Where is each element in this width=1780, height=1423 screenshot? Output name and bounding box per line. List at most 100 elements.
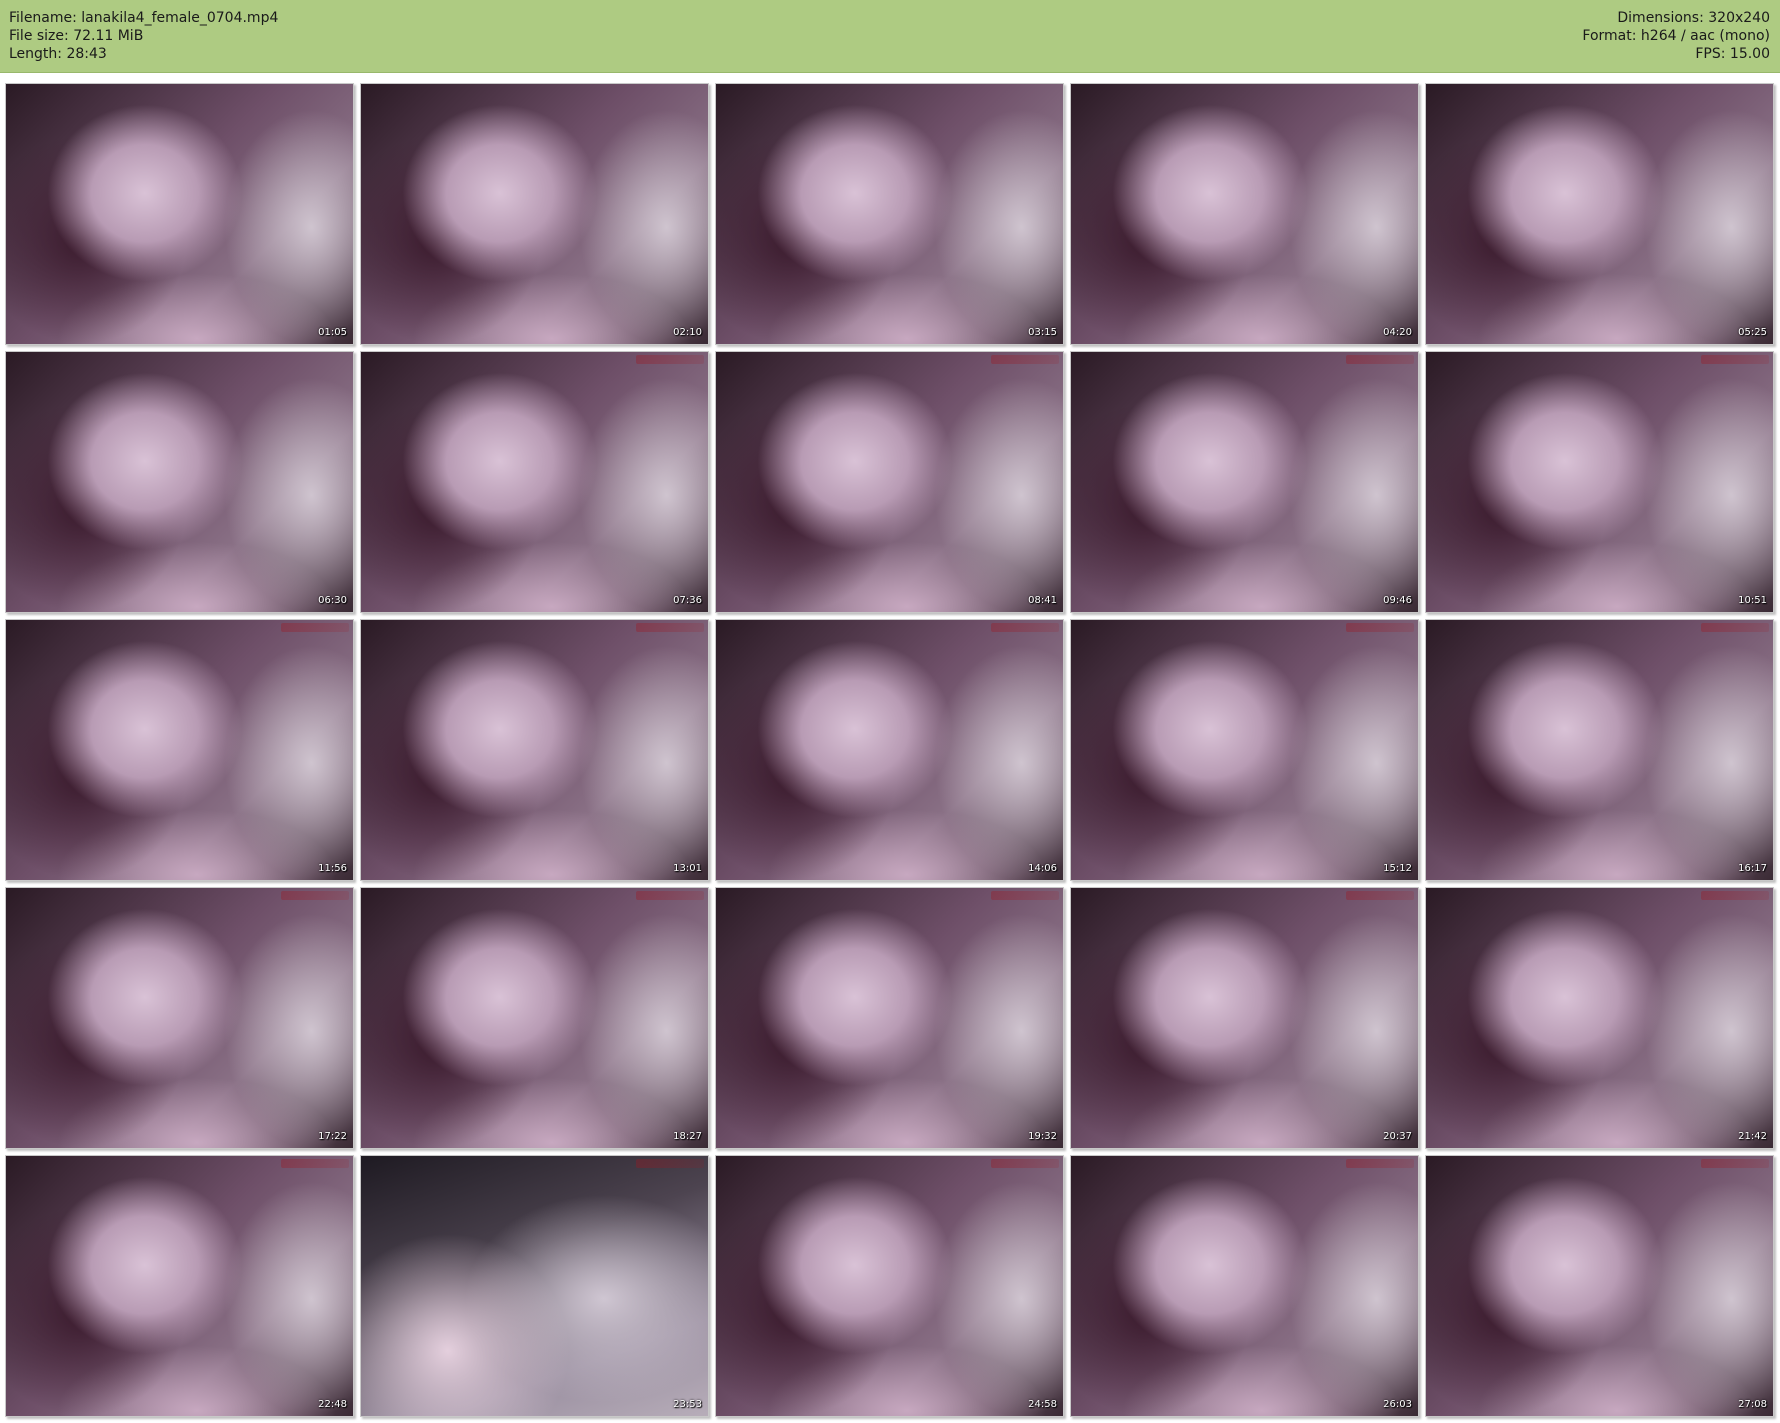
video-frame (716, 888, 1063, 1148)
timestamp: 17:22 (318, 1131, 347, 1142)
timestamp: 07:36 (673, 595, 702, 606)
timestamp: 27:08 (1738, 1399, 1767, 1410)
timestamp: 18:27 (673, 1131, 702, 1142)
thumbnail[interactable]: 21:42 (1425, 887, 1774, 1149)
video-frame (1071, 620, 1418, 880)
timestamp: 11:56 (318, 863, 347, 874)
timestamp: 26:03 (1383, 1399, 1412, 1410)
timestamp: 05:25 (1738, 327, 1767, 338)
watermark-mark (281, 891, 349, 900)
watermark-mark (1701, 355, 1769, 364)
thumbnail[interactable]: 02:10 (360, 83, 709, 345)
watermark-mark (991, 623, 1059, 632)
timestamp: 19:32 (1028, 1131, 1057, 1142)
timestamp: 22:48 (318, 1399, 347, 1410)
watermark-mark (991, 891, 1059, 900)
thumbnail[interactable]: 27:08 (1425, 1155, 1774, 1417)
video-frame (6, 352, 353, 612)
timestamp: 23:53 (673, 1399, 702, 1410)
thumbnail[interactable]: 16:17 (1425, 619, 1774, 881)
video-frame (361, 84, 708, 344)
thumbnail[interactable]: 15:12 (1070, 619, 1419, 881)
thumbnail[interactable]: 24:58 (715, 1155, 1064, 1417)
format-text: Format: h264 / aac (mono) (1582, 28, 1770, 44)
timestamp: 13:01 (673, 863, 702, 874)
video-frame (1071, 888, 1418, 1148)
video-frame (1426, 888, 1773, 1148)
thumbnail[interactable]: 22:48 (5, 1155, 354, 1417)
watermark-mark (281, 623, 349, 632)
video-frame (6, 84, 353, 344)
video-frame (716, 620, 1063, 880)
watermark-mark (636, 355, 704, 364)
thumbnail[interactable]: 10:51 (1425, 351, 1774, 613)
thumbnail[interactable]: 17:22 (5, 887, 354, 1149)
video-frame (716, 1156, 1063, 1416)
timestamp: 15:12 (1383, 863, 1412, 874)
watermark-mark (281, 1159, 349, 1168)
thumbnail[interactable]: 01:05 (5, 83, 354, 345)
video-frame (1426, 352, 1773, 612)
video-frame (361, 620, 708, 880)
thumbnail[interactable]: 20:37 (1070, 887, 1419, 1149)
timestamp: 16:17 (1738, 863, 1767, 874)
thumbnail[interactable]: 05:25 (1425, 83, 1774, 345)
video-frame (361, 888, 708, 1148)
video-frame (1426, 1156, 1773, 1416)
thumbnail[interactable]: 09:46 (1070, 351, 1419, 613)
timestamp: 06:30 (318, 595, 347, 606)
video-frame (1426, 84, 1773, 344)
file-info: Filename: lanakila4_female_0704.mp4 File… (9, 9, 278, 63)
video-frame (6, 888, 353, 1148)
video-info: Dimensions: 320x240 Format: h264 / aac (… (1582, 9, 1770, 63)
timestamp: 24:58 (1028, 1399, 1057, 1410)
watermark-mark (1701, 1159, 1769, 1168)
watermark-mark (991, 355, 1059, 364)
timestamp: 08:41 (1028, 595, 1057, 606)
timestamp: 20:37 (1383, 1131, 1412, 1142)
watermark-mark (636, 623, 704, 632)
thumbnail[interactable]: 07:36 (360, 351, 709, 613)
video-frame (1071, 352, 1418, 612)
thumbnail[interactable]: 14:06 (715, 619, 1064, 881)
thumbnail[interactable]: 23:53 (360, 1155, 709, 1417)
timestamp: 21:42 (1738, 1131, 1767, 1142)
dimensions-text: Dimensions: 320x240 (1617, 10, 1770, 26)
filename-text: Filename: lanakila4_female_0704.mp4 (9, 10, 279, 26)
info-header: Filename: lanakila4_female_0704.mp4 File… (0, 0, 1780, 73)
thumbnail[interactable]: 08:41 (715, 351, 1064, 613)
watermark-mark (636, 891, 704, 900)
video-frame (716, 84, 1063, 344)
thumbnail[interactable]: 04:20 (1070, 83, 1419, 345)
thumbnail[interactable]: 03:15 (715, 83, 1064, 345)
watermark-mark (1346, 623, 1414, 632)
video-frame (1426, 620, 1773, 880)
file-size-text: File size: 72.11 MiB (9, 28, 144, 44)
timestamp: 01:05 (318, 327, 347, 338)
watermark-mark (991, 1159, 1059, 1168)
timestamp: 03:15 (1028, 327, 1057, 338)
timestamp: 14:06 (1028, 863, 1057, 874)
thumbnail[interactable]: 18:27 (360, 887, 709, 1149)
video-frame (716, 352, 1063, 612)
video-frame (361, 1156, 708, 1416)
thumbnail[interactable]: 06:30 (5, 351, 354, 613)
watermark-mark (1701, 623, 1769, 632)
video-frame (361, 352, 708, 612)
watermark-mark (636, 1159, 704, 1168)
video-frame (1071, 84, 1418, 344)
video-frame (6, 1156, 353, 1416)
fps-text: FPS: 15.00 (1695, 46, 1770, 62)
thumbnail[interactable]: 11:56 (5, 619, 354, 881)
timestamp: 04:20 (1383, 327, 1412, 338)
thumbnail[interactable]: 13:01 (360, 619, 709, 881)
thumbnail-grid: 01:05 02:10 03:15 04:20 05:25 06:30 07:3… (5, 83, 1774, 1417)
thumbnail[interactable]: 26:03 (1070, 1155, 1419, 1417)
timestamp: 02:10 (673, 327, 702, 338)
timestamp: 10:51 (1738, 595, 1767, 606)
watermark-mark (1346, 355, 1414, 364)
thumbnail[interactable]: 19:32 (715, 887, 1064, 1149)
watermark-mark (1346, 1159, 1414, 1168)
length-text: Length: 28:43 (9, 46, 107, 62)
video-frame (1071, 1156, 1418, 1416)
